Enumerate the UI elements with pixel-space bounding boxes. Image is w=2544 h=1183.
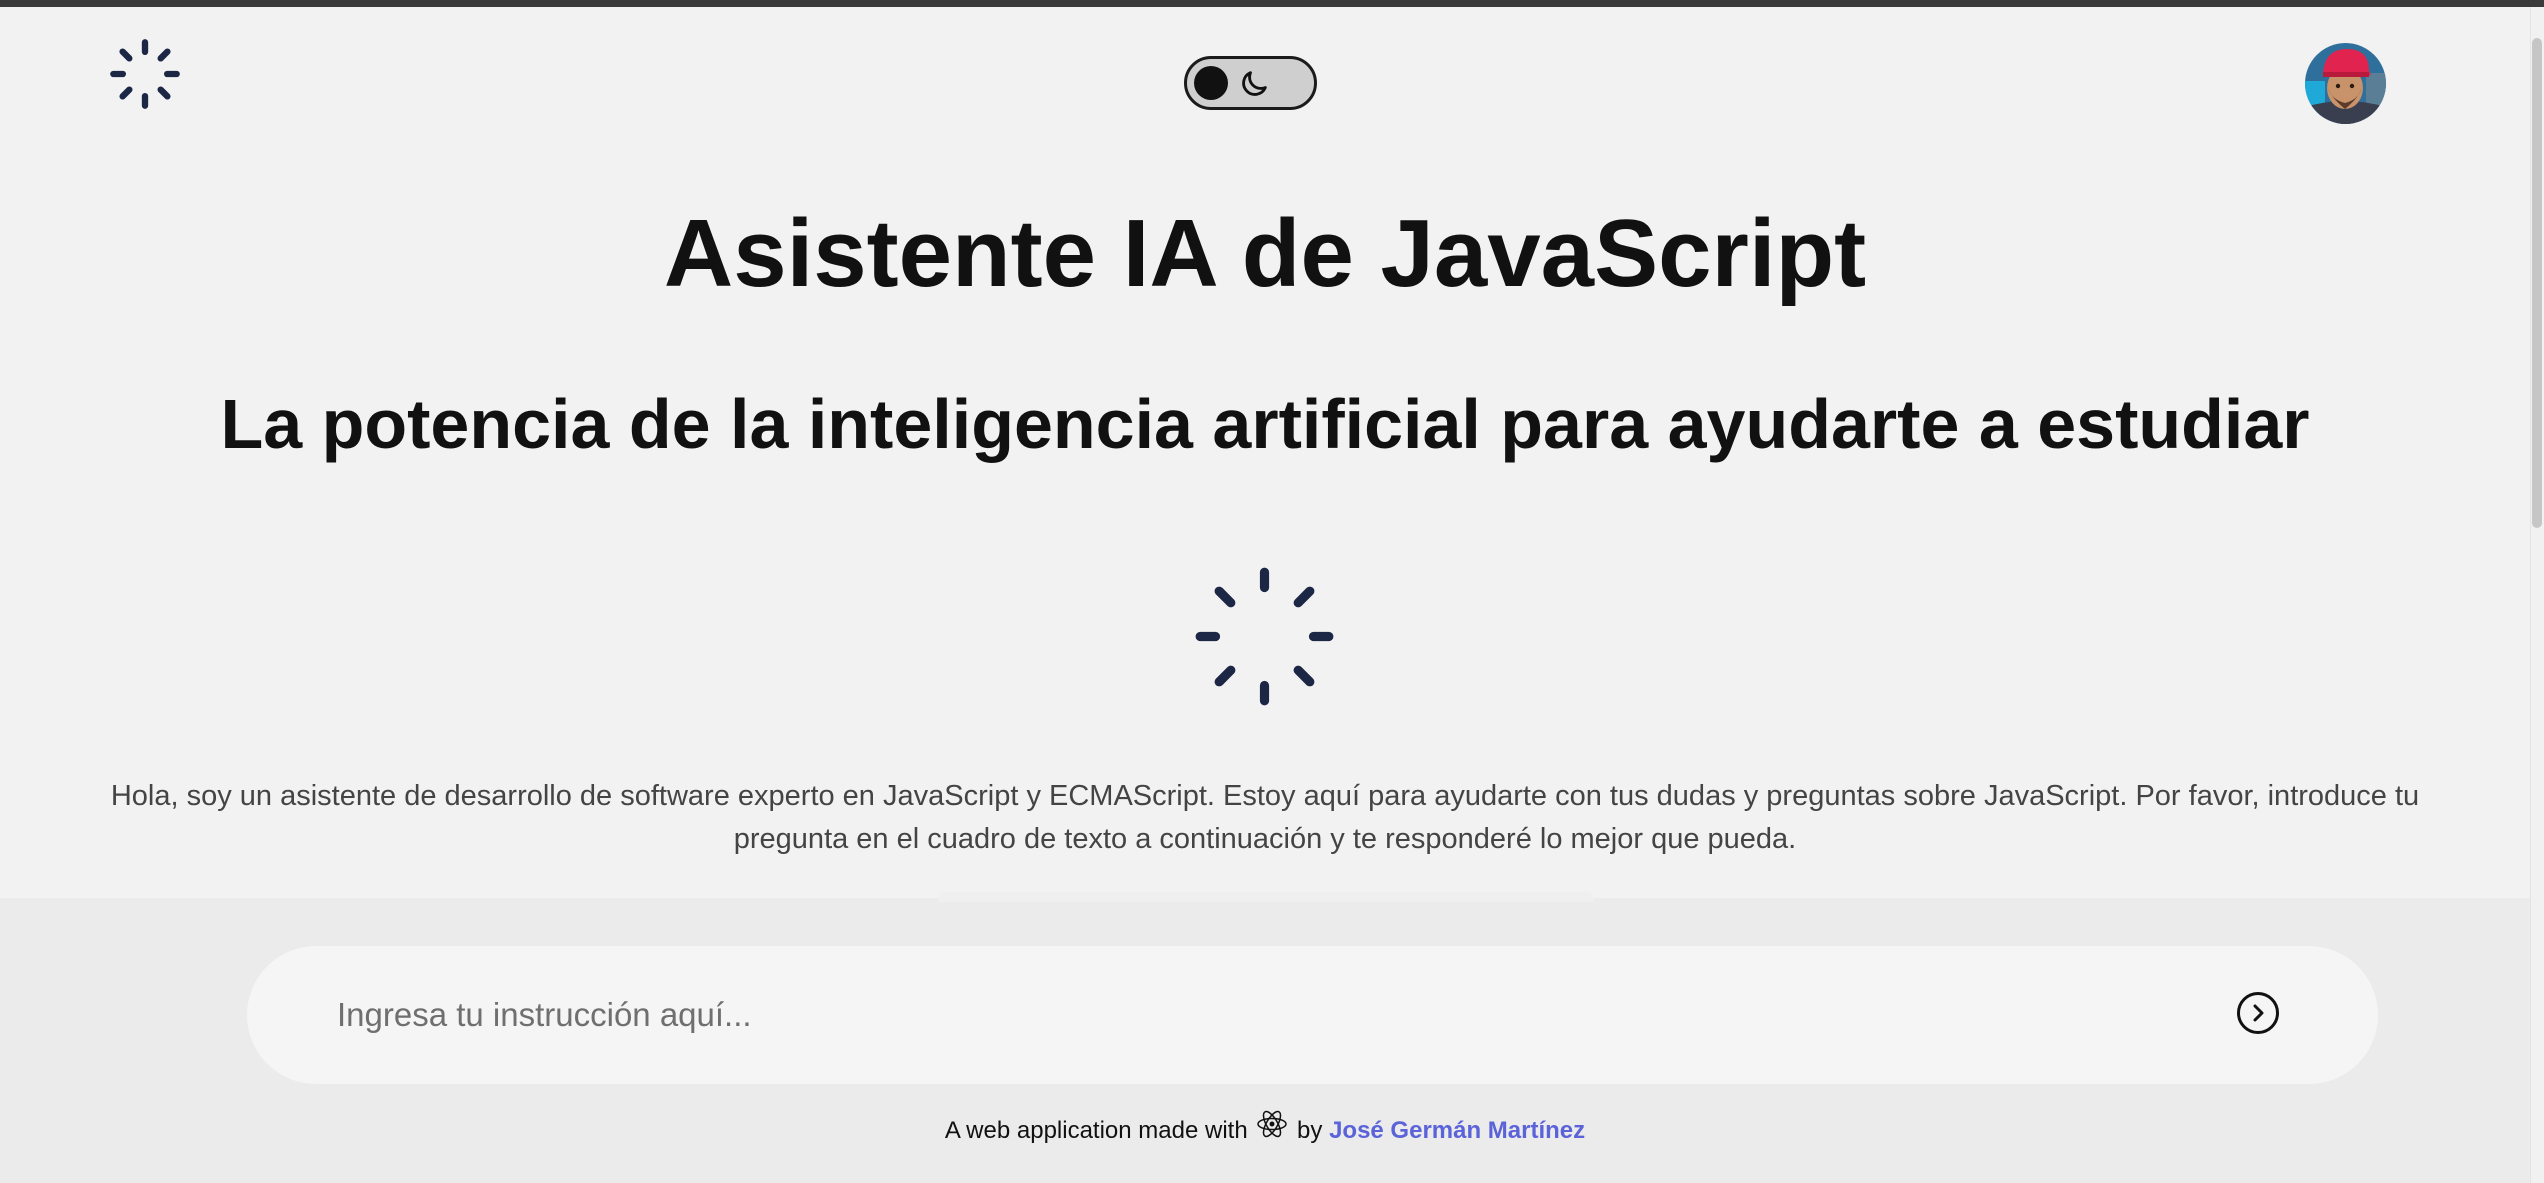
intro-text: Hola, soy un asistente de desarrollo de … [110,780,2420,855]
author-link[interactable]: José Germán Martínez [1329,1117,1585,1144]
send-button[interactable] [2237,992,2279,1034]
footer-prefix: A web application made with [944,1117,1248,1144]
footer-by: by [1297,1117,1323,1144]
toggle-knob [1194,66,1228,100]
user-avatar-image [2305,43,2386,124]
avatar[interactable] [2305,43,2386,124]
composer-notch [938,892,1594,902]
moon-icon [1242,71,1267,96]
loader-icon[interactable] [107,36,183,112]
react-icon [1257,1110,1288,1138]
loading-spinner-icon [1195,567,1334,706]
prompt-input[interactable] [337,980,2137,1050]
page-subtitle: La potencia de la inteligencia artificia… [220,385,2310,463]
theme-toggle[interactable] [1184,56,1317,110]
footer: A web application made with by José Germ… [0,1108,2530,1148]
page-title: Asistente IA de JavaScript [663,200,1867,307]
scrollbar-thumb[interactable] [2532,38,2542,528]
chevron-right-icon [2253,1004,2264,1022]
window-top-border [0,0,2544,7]
prompt-box [247,946,2378,1084]
